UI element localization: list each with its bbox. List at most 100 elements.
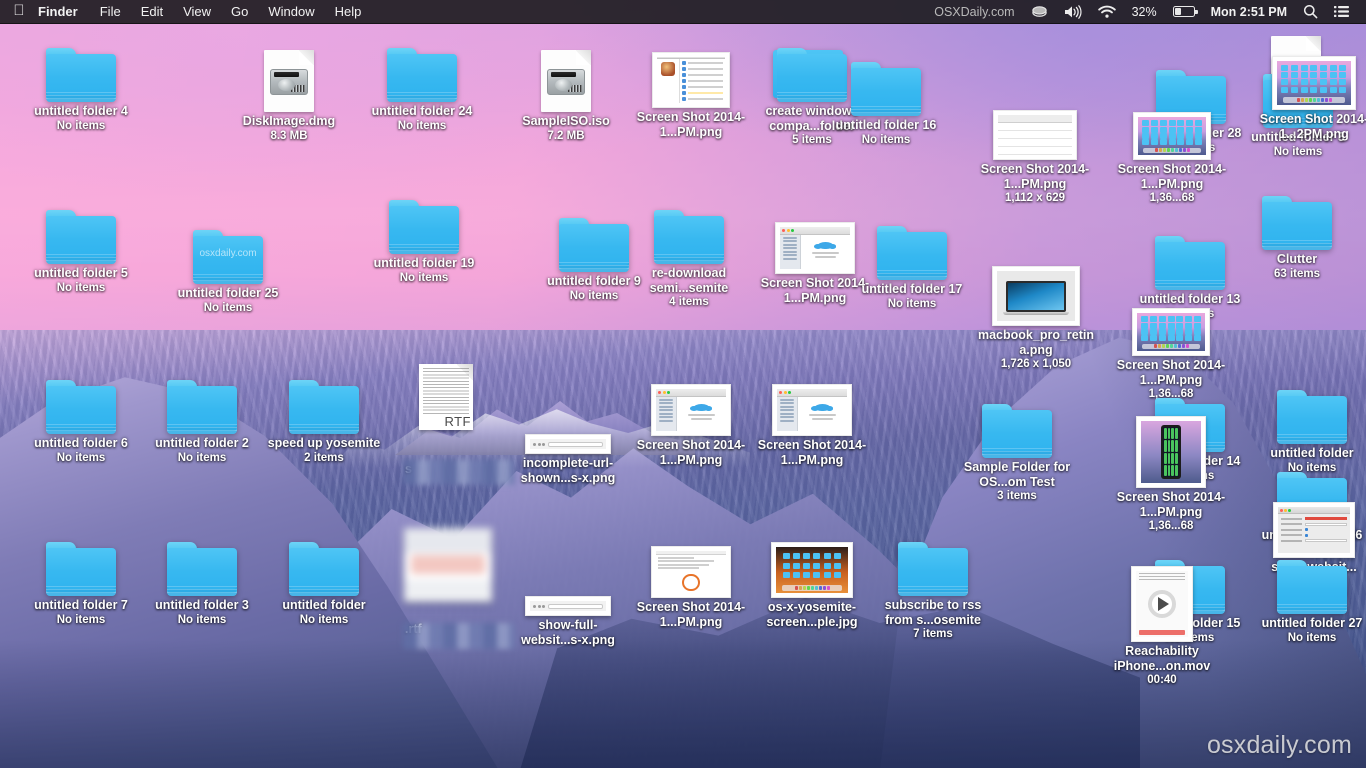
desktop-icon[interactable]: os-x-yosemite-screen...ple.jpg [753,530,871,629]
photo-desk-icon[interactable] [753,530,871,598]
folder-icon[interactable] [1253,546,1366,614]
folder-icon[interactable] [22,34,140,102]
folder-wm-icon[interactable]: osxdaily.com [169,216,287,284]
desktop-icon[interactable]: untitled folder 24No items [363,34,481,133]
shot-urlbar-icon[interactable] [509,548,627,616]
desktop-icon[interactable]: untitled folder 3No items [143,528,261,627]
desktop[interactable]: untitled folder 4No items DiskImage.dmg8.… [0,0,1366,768]
shot-icloud-icon[interactable] [632,368,750,436]
folder-icon[interactable] [363,34,481,102]
desktop-icon[interactable]: Clutter63 items [1238,182,1356,281]
desktop-icon[interactable]: speed up yosemite2 items [265,366,383,465]
folder-icon[interactable] [853,212,971,280]
notification-center-icon[interactable] [1326,0,1358,24]
wifi-icon[interactable] [1090,0,1124,24]
desktop-icon[interactable]: untitled folder 27No items [1253,546,1366,645]
desktop-icon-label: incomplete-url-shown...s-x.png [509,456,627,485]
menu-bar[interactable]:  Finder File Edit View Go Window Help O… [0,0,1366,24]
desktop-icon[interactable]: incomplete-url-shown...s-x.png [509,386,627,485]
desktop-icon[interactable]: Screen Shot 2014-1...PM.png1,112 x 629 [976,92,1094,205]
menu-app-name[interactable]: Finder [29,0,90,24]
desktop-icon[interactable]: untitled folder 4No items [22,34,140,133]
shot-desk-icon[interactable] [1112,288,1230,356]
folder-icon[interactable] [958,390,1076,458]
menu-item-window[interactable]: Window [258,0,324,24]
desktop-icon[interactable]: untitled folderNo items [265,528,383,627]
desktop-icon[interactable]: Screen Shot 2014-1...PM.png1,36...68 [1113,92,1231,205]
desktop-icon[interactable]: Screen Shot 2014-1...2PM.png [1255,42,1366,141]
desktop-icon-subtitle: No items [22,281,140,295]
iso-icon[interactable] [507,44,625,112]
folder-icon[interactable] [1238,182,1356,250]
folder-icon[interactable] [265,528,383,596]
desktop-icon[interactable]: re-download semi...semite4 items [630,196,748,309]
folder-icon[interactable] [874,528,992,596]
desktop-icon[interactable]: Reachability iPhone...on.mov00:40 [1103,574,1221,687]
spotlight-search-icon[interactable] [1295,0,1326,24]
desktop-icon[interactable]: Screen Shot 2014-1...PM.png [753,368,871,467]
volume-icon[interactable] [1056,0,1090,24]
movie-icon[interactable] [1103,574,1221,642]
shot-urlbar-icon[interactable] [509,386,627,454]
shot-desk-icon[interactable] [1113,92,1231,160]
rtf-icon[interactable]: RTF [387,362,505,430]
desktop-icon-subtitle: 7.2 MB [507,129,625,143]
folder-icon[interactable] [22,528,140,596]
menu-item-edit[interactable]: Edit [131,0,173,24]
desktop-icon[interactable]: untitled folder 7No items [22,528,140,627]
desktop-icon-subtitle: 00:40 [1103,673,1221,687]
shot-icloud-icon[interactable] [753,368,871,436]
shot-page-icon[interactable] [632,530,750,598]
desktop-icon-label: untitled folder 3 [143,598,261,613]
desktop-icon[interactable]: Screen Shot 2014-1...PM.png [632,40,750,139]
photo-mac-icon[interactable] [977,258,1095,326]
dropbox-icon[interactable] [1023,0,1056,24]
menu-item-view[interactable]: View [173,0,221,24]
folder-icon[interactable] [827,48,945,116]
folder-icon[interactable] [265,366,383,434]
apple-menu-icon[interactable]:  [9,0,29,24]
dmg-icon[interactable] [230,44,348,112]
desktop-icon[interactable]: untitled folder 6No items [22,366,140,465]
desktop-icon-subtitle: 3 items [958,489,1076,503]
battery-icon[interactable] [1165,0,1203,24]
desktop-icon-label: untitled folder 27 [1253,616,1366,631]
menu-item-file[interactable]: File [90,0,131,24]
desktop-icon[interactable]: untitled folder 5No items [22,196,140,295]
folder-icon[interactable] [143,366,261,434]
desktop-icon[interactable]: untitled folder 2No items [143,366,261,465]
folder-icon[interactable] [1253,376,1366,444]
desktop-icon[interactable]: DiskImage.dmg8.3 MB [230,44,348,143]
shot-desk2-icon[interactable] [1255,42,1366,110]
folder-icon[interactable] [630,196,748,264]
desktop-icon-subtitle: No items [363,119,481,133]
desktop-icon[interactable]: Sample Folder for OS...om Test3 items [958,390,1076,503]
folder-icon[interactable] [22,196,140,264]
desktop-icon[interactable]: macbook_pro_retina.png1,726 x 1,050 [977,258,1095,371]
desktop-icon[interactable]: osxdaily.comuntitled folder 25No items [169,216,287,315]
desktop-icon[interactable]: untitled folder 19No items [365,186,483,285]
menu-item-help[interactable]: Help [325,0,372,24]
desktop-icon-subtitle: No items [827,133,945,147]
desktop-icon[interactable]: subscribe to rss from s...osemite7 items [874,528,992,641]
desktop-icon[interactable]: Screen Shot 2014-1...PM.png [632,368,750,467]
desktop-icon-subtitle: No items [1253,631,1366,645]
shot-phone-icon[interactable] [1112,420,1230,488]
desktop-icon[interactable]: untitled folder 17No items [853,212,971,311]
desktop-icon[interactable]: show-full-websit...s-x.png [509,548,627,647]
folder-icon[interactable] [365,186,483,254]
folder-icon[interactable] [143,528,261,596]
shot-win-icon[interactable] [976,92,1094,160]
menu-item-go[interactable]: Go [221,0,258,24]
folder-icon[interactable] [1131,222,1249,290]
desktop-icon-subtitle: No items [169,301,287,315]
desktop-icon[interactable]: untitled folder 16No items [827,48,945,147]
desktop-icon[interactable]: SampleISO.iso7.2 MB [507,44,625,143]
desktop-icon[interactable]: Screen Shot 2014-1...PM.png [632,530,750,629]
desktop-icon[interactable]: Screen Shot 2014-1...PM.png1,36...68 [1112,420,1230,533]
desktop-icon-label: untitled folder 5 [22,266,140,281]
shot-mail-icon[interactable] [632,40,750,108]
folder-icon[interactable] [22,366,140,434]
desktop-icon[interactable]: RTF [387,362,505,430]
menubar-clock[interactable]: Mon 2:51 PM [1203,0,1295,24]
